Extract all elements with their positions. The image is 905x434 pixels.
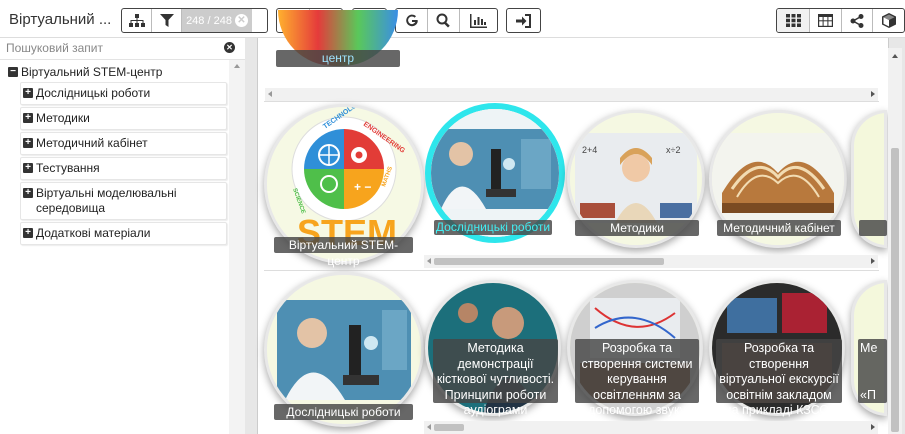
tree-item-virtual-environments[interactable]: + Віртуальні моделювальні середовища: [20, 182, 227, 220]
row0-scrollbar[interactable]: [265, 88, 878, 101]
expand-icon[interactable]: +: [23, 228, 33, 238]
expand-icon[interactable]: +: [23, 138, 33, 148]
card-label-partial: Ме «П: [858, 339, 887, 403]
cube-icon: [881, 13, 896, 28]
app-title: Віртуальний ...: [9, 11, 112, 28]
top-toolbar: Віртуальний ... 248 / 248 ✕: [0, 0, 905, 38]
main-scrollbar[interactable]: [888, 48, 902, 434]
card-image: [431, 109, 559, 237]
item-counter: 248 / 248 ✕: [182, 9, 252, 32]
partial-label-bottom: «П: [860, 387, 876, 402]
tree-item-label: Додаткові матеріали: [36, 226, 151, 240]
tiles-view-button[interactable]: [777, 9, 810, 32]
bar-chart-icon: [470, 13, 487, 28]
google-search-button[interactable]: [396, 9, 428, 32]
clear-filter-icon[interactable]: ✕: [234, 14, 248, 27]
share-icon: [850, 13, 864, 28]
sidebar-scrollbar[interactable]: [229, 60, 245, 434]
tree-item-label: Методики: [36, 111, 90, 125]
search-button[interactable]: [428, 9, 460, 32]
expand-icon[interactable]: +: [23, 88, 33, 98]
sidebar: ✕ − Віртуальний STEM-центр +Дослідницькі…: [0, 38, 245, 434]
login-group: [506, 8, 541, 33]
tree-item-label: Дослідницькі роботи: [36, 86, 151, 100]
tree-item-additional[interactable]: + Додаткові матеріали: [20, 222, 227, 245]
scroll-up-icon[interactable]: [234, 64, 240, 68]
expand-icon[interactable]: +: [23, 163, 33, 173]
table-view-button[interactable]: [810, 9, 842, 32]
hierarchy-button[interactable]: [122, 9, 152, 32]
divider: [264, 270, 879, 271]
partial-label-top: Ме: [860, 341, 878, 355]
expand-icon[interactable]: +: [23, 188, 33, 198]
tree-view: − Віртуальний STEM-центр + Дослідницькі р…: [8, 64, 228, 245]
scroll-right-icon[interactable]: [871, 424, 875, 430]
scrollbar-thumb[interactable]: [434, 258, 664, 265]
login-button[interactable]: [507, 9, 540, 32]
card-label: Віртуальний STEM-центр: [274, 237, 413, 268]
card-label: Методичний кабінет: [717, 220, 841, 236]
svg-text:+ −: + −: [354, 180, 371, 194]
sign-in-icon: [516, 13, 531, 28]
filter-icon: [159, 13, 174, 27]
row1-scrollbar[interactable]: [424, 255, 878, 268]
card-label: Розробка та створення системи керування …: [575, 339, 699, 417]
svg-text:x÷2: x÷2: [666, 145, 680, 155]
scroll-left-icon[interactable]: [268, 91, 272, 97]
scroll-left-icon[interactable]: [427, 424, 431, 430]
scroll-right-icon[interactable]: [871, 258, 875, 264]
expand-icon[interactable]: +: [23, 113, 33, 123]
google-icon: [405, 14, 418, 26]
chart-button[interactable]: [460, 9, 497, 32]
card-label: Розробка та створення віртуальної екскур…: [716, 339, 842, 417]
view-filter-group: 248 / 248 ✕: [121, 8, 268, 33]
card-label: центр: [276, 50, 400, 67]
tree-item-label: Методичний кабінет: [36, 136, 148, 150]
card-label-partial: [859, 220, 887, 236]
table-icon: [818, 14, 833, 27]
scroll-left-icon[interactable]: [427, 258, 431, 264]
tree-item-research[interactable]: + Дослідницькі роботи: [20, 82, 227, 105]
tree-item-label: Віртуальні моделювальні середовища: [36, 186, 177, 215]
3d-view-button[interactable]: [873, 9, 904, 32]
search-icon: [436, 13, 450, 28]
card-label: Дослідницькі роботи: [434, 220, 552, 235]
tree-item-methods[interactable]: + Методики: [20, 107, 227, 130]
search-tools-group: [395, 8, 498, 33]
clear-search-icon[interactable]: ✕: [224, 42, 235, 53]
scrollbar-thumb[interactable]: [434, 424, 464, 431]
filter-button[interactable]: [152, 9, 182, 32]
scroll-up-icon[interactable]: [892, 54, 898, 58]
layout-group: [776, 8, 905, 33]
scrollbar-thumb[interactable]: [891, 148, 899, 432]
counter-text: 248 / 248: [186, 14, 232, 27]
card-label: Методика демонстрації кісткової чутливос…: [433, 339, 558, 417]
tree-item-label: Тестування: [36, 161, 100, 175]
card-label: Методики: [575, 220, 699, 236]
tree-root-label: Віртуальний STEM-центр: [21, 65, 163, 79]
tree-item-methodical-office[interactable]: + Методичний кабінет: [20, 132, 227, 155]
search-bar: ✕: [0, 38, 245, 60]
tree-item-testing[interactable]: + Тестування: [20, 157, 227, 180]
svg-text:2+4: 2+4: [582, 145, 597, 155]
sitemap-icon: [128, 13, 145, 27]
tree-root[interactable]: − Віртуальний STEM-центр: [8, 64, 228, 80]
row2-scrollbar[interactable]: [424, 421, 878, 434]
search-input[interactable]: [6, 41, 206, 55]
scroll-right-icon[interactable]: [871, 91, 875, 97]
share-button[interactable]: [842, 9, 873, 32]
grid-icon: [785, 14, 801, 27]
divider: [264, 101, 879, 102]
collapse-icon[interactable]: −: [8, 67, 18, 77]
card-label: Дослідницькі роботи: [274, 404, 413, 420]
